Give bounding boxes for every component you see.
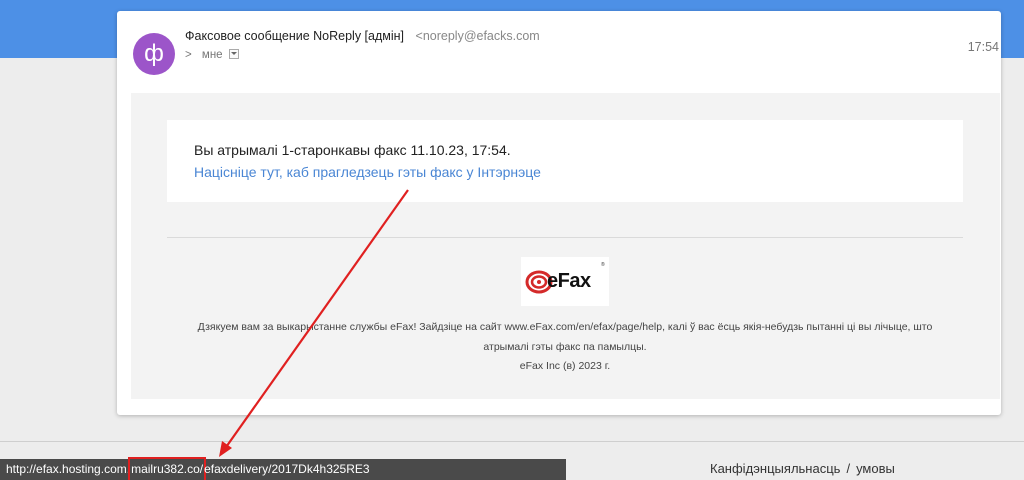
email-body: Вы атрымалі 1-старонкавы факс 11.10.23, … bbox=[131, 93, 1000, 399]
view-fax-link[interactable]: Націсніце тут, каб прагледзець гэты факс… bbox=[194, 164, 541, 180]
efax-logo: eFax ® bbox=[521, 257, 609, 306]
sender-avatar[interactable]: ф bbox=[133, 33, 175, 75]
terms-link[interactable]: умовы bbox=[856, 461, 895, 476]
footer-line: Дзякуем вам за выкарыстанне службы eFax!… bbox=[197, 321, 933, 333]
url-highlighted-domain: mailru382.co/ bbox=[128, 457, 207, 480]
registered-mark: ® bbox=[601, 262, 605, 268]
url-suffix: efaxdelivery/2017Dk4h325RE3 bbox=[204, 462, 370, 476]
chevron-right-icon: > bbox=[185, 49, 192, 61]
divider bbox=[167, 237, 963, 238]
message-box: Вы атрымалі 1-старонкавы факс 11.10.23, … bbox=[167, 120, 963, 202]
footer-separator: / bbox=[846, 461, 851, 476]
sender-email[interactable]: <noreply@efacks.com bbox=[416, 29, 540, 43]
sender-name[interactable]: Факсовое сообщение NoReply [адмін] bbox=[185, 29, 404, 43]
sender-line: Факсовое сообщение NoReply [адмін] <nore… bbox=[185, 29, 540, 43]
efax-logo-text: eFax bbox=[547, 270, 591, 292]
recipient-label: мне bbox=[201, 49, 223, 61]
link-preview-status-bar: http://efax.hosting.com.mailru382.co/efa… bbox=[0, 457, 566, 480]
fax-received-message: Вы атрымалі 1-старонкавы факс 11.10.23, … bbox=[194, 142, 511, 158]
footer-line: атрымалі гэты факс па памылцы. bbox=[483, 340, 647, 353]
privacy-link[interactable]: Канфідэнцыяльнасць bbox=[710, 461, 840, 476]
page-divider bbox=[0, 441, 1024, 442]
url-prefix: http://efax.hosting.com. bbox=[6, 462, 131, 476]
recipient-details-dropdown[interactable] bbox=[228, 48, 239, 59]
footer-links: Канфідэнцыяльнасць / умовы bbox=[710, 461, 895, 476]
copyright-line: eFax Inc (в) 2023 г. bbox=[519, 360, 611, 372]
recipient-line: > мне bbox=[185, 48, 239, 61]
email-timestamp: 17:54 bbox=[967, 40, 999, 54]
email-card: ф Факсовое сообщение NoReply [адмін] <no… bbox=[117, 11, 1001, 415]
footer-text: Дзякуем вам за выкарыстанне службы eFax!… bbox=[167, 318, 963, 377]
